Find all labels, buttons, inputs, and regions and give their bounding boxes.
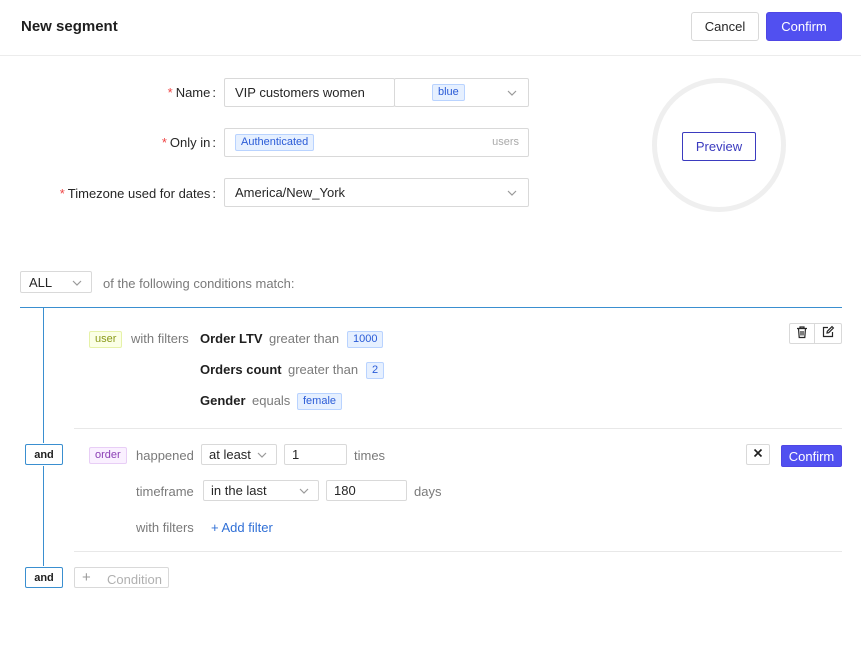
delete-button[interactable] [789, 323, 815, 344]
and-connector[interactable]: and [25, 444, 63, 465]
timeframe-value: 180 [334, 483, 356, 498]
color-select[interactable]: blue [394, 78, 529, 107]
close-icon [752, 447, 764, 462]
with-filters-label: with filters [131, 331, 189, 346]
connector-line [43, 466, 44, 566]
frequency-value: at least [209, 447, 251, 462]
add-condition-label: Condition [107, 572, 162, 587]
only-in-suffix: users [492, 136, 519, 148]
confirm-button[interactable]: Confirm [766, 12, 842, 41]
cancel-button[interactable]: Cancel [691, 12, 759, 41]
connector-line [43, 307, 44, 443]
close-button[interactable] [746, 444, 770, 465]
timeframe-op-value: in the last [211, 483, 267, 498]
add-filter-link[interactable]: + Add filter [211, 520, 273, 535]
filter-value-tag: female [297, 393, 343, 410]
name-input-value: VIP customers women [235, 85, 365, 100]
conditions-top-line [20, 307, 842, 308]
filter-operator: greater than [269, 331, 340, 346]
filter-operator: greater than [288, 362, 359, 377]
days-label: days [414, 484, 442, 499]
only-in-select[interactable]: Authenticated users [224, 128, 529, 157]
match-select-value: ALL [29, 274, 53, 290]
timeframe-input[interactable]: 180 [326, 480, 407, 501]
order-entity-tag: order [89, 447, 127, 464]
timeframe-label: timeframe [136, 484, 194, 499]
and-connector[interactable]: and [25, 567, 63, 588]
with-filters-label: with filters [136, 520, 194, 535]
chevron-down-icon [506, 87, 518, 99]
authenticated-tag: Authenticated [235, 134, 315, 151]
times-label: times [354, 448, 386, 463]
happened-label: happened [136, 448, 194, 463]
filter-field: Gender [200, 393, 246, 408]
page-title: New segment [21, 18, 118, 35]
timezone-select[interactable]: America/New_York [224, 178, 529, 207]
add-condition-button[interactable]: + Condition [74, 567, 169, 588]
filter-field: Order LTV [200, 331, 263, 346]
user-entity-tag: user [89, 331, 123, 348]
filter-value-tag: 1000 [347, 331, 384, 348]
count-value: 1 [292, 447, 300, 462]
timezone-label: * Timezone used for dates: [59, 186, 216, 201]
condition-confirm-button[interactable]: Confirm [781, 445, 842, 467]
filter-field: Orders count [200, 362, 282, 377]
trash-icon [795, 325, 809, 342]
chevron-down-icon [506, 187, 518, 199]
condition-separator [74, 428, 842, 429]
filter-operator: equals [252, 393, 291, 408]
plus-icon: + [82, 569, 91, 586]
preview-button[interactable]: Preview [682, 132, 756, 161]
frequency-select[interactable]: at least [201, 444, 277, 465]
name-input[interactable]: VIP customers women [224, 78, 395, 107]
name-label: * Name: [167, 85, 216, 100]
only-in-label: * Only in: [161, 135, 216, 150]
condition-separator [74, 551, 842, 552]
timeframe-select[interactable]: in the last [203, 480, 319, 501]
required-mark: * [167, 85, 173, 100]
timezone-value: America/New_York [235, 185, 346, 200]
chevron-down-icon [71, 277, 83, 289]
match-text: of the following conditions match: [103, 276, 295, 291]
chevron-down-icon [298, 485, 310, 497]
chevron-down-icon [256, 449, 268, 461]
count-input[interactable]: 1 [284, 444, 347, 465]
match-select[interactable]: ALL [20, 271, 92, 293]
filter-value-tag: 2 [366, 362, 385, 379]
color-tag: blue [432, 84, 465, 101]
edit-icon [821, 325, 835, 342]
edit-button[interactable] [814, 323, 842, 344]
